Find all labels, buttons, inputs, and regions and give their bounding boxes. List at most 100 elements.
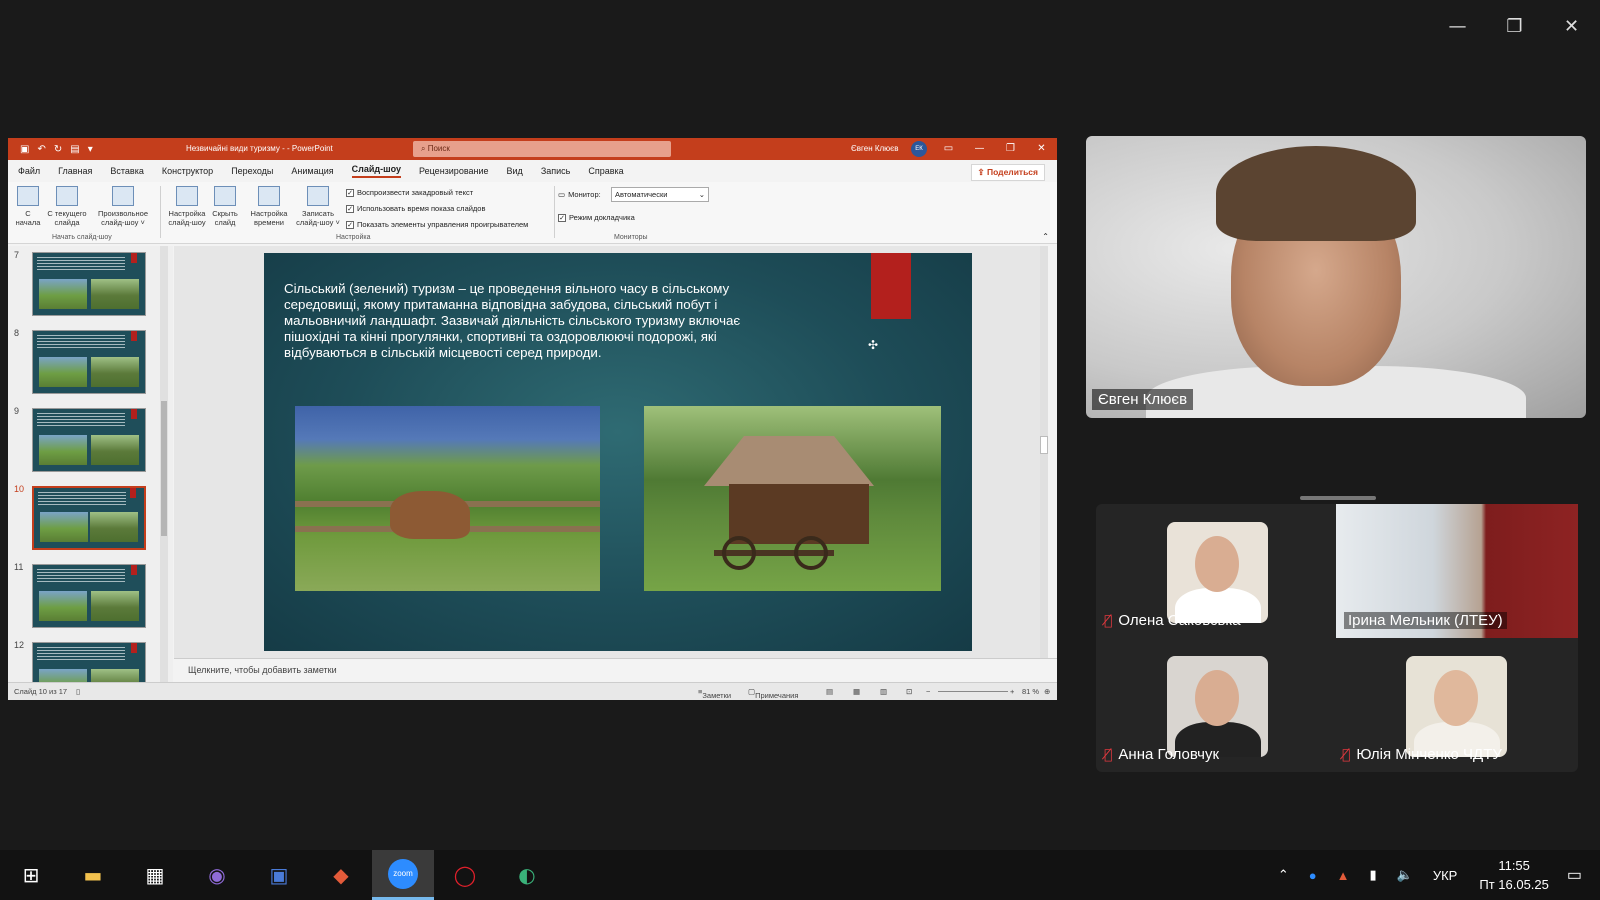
slide-thumbnail[interactable] [32, 408, 146, 472]
tab-8[interactable]: Вид [507, 166, 523, 176]
slideshow-view-icon[interactable]: ⊡ [906, 687, 912, 696]
tab-2[interactable]: Вставка [110, 166, 143, 176]
present-icon[interactable]: ▤ [70, 144, 79, 155]
participant-tile[interactable]: 🎙̸ Олена Саковська [1096, 504, 1336, 638]
comments-toggle[interactable]: ▢ Примечания [748, 687, 798, 700]
sorter-view-icon[interactable]: ▦ [853, 687, 860, 696]
tab-0[interactable]: Файл [18, 166, 40, 176]
zoom-level[interactable]: 81 % [1022, 687, 1039, 696]
tab-9[interactable]: Запись [541, 166, 571, 176]
thumb-photo [91, 357, 139, 387]
share-button[interactable]: ⇪ Поделиться [970, 164, 1045, 181]
timings-checkbox[interactable]: ✓ Использовать время показа слайдов [346, 204, 485, 213]
tab-5[interactable]: Анимация [291, 166, 333, 176]
slide-thumbnail[interactable] [32, 486, 146, 550]
custom-show-button[interactable]: Произвольное слайд-шоу ˅ [92, 186, 154, 227]
slide-thumbnail[interactable] [32, 564, 146, 628]
gallery-resize-handle[interactable] [1300, 496, 1376, 500]
horse-pasture-photo[interactable] [295, 406, 600, 591]
avatar[interactable]: ЕК [911, 141, 927, 157]
normal-view-icon[interactable]: ▤ [826, 687, 833, 696]
save-disk-icon[interactable]: ▣ [248, 850, 310, 900]
presenter-view-checkbox[interactable]: ✓ Режим докладчика [558, 213, 635, 222]
narration-checkbox[interactable]: ✓ Воспроизвести закадровый текст [346, 188, 473, 197]
setup-show-button[interactable]: Настройка слайд-шоу [164, 186, 210, 227]
restore-icon[interactable]: ❐ [995, 138, 1026, 160]
zoom-tray-icon[interactable]: ● [1309, 868, 1317, 883]
ribbon-display-icon[interactable]: ▭ [933, 138, 964, 160]
reading-view-icon[interactable]: ▥ [880, 687, 887, 696]
search-input[interactable]: ⌕ Поиск [413, 141, 671, 157]
tab-6[interactable]: Слайд-шоу [351, 164, 402, 178]
participant-tile[interactable]: 🎙̸ Анна Головчук [1096, 638, 1336, 772]
monitor-dropdown[interactable]: Автоматически ⌄ [611, 187, 709, 202]
zoom-out-icon[interactable]: − [926, 687, 930, 696]
current-slide[interactable]: Сільський (зелений) туризм – це проведен… [264, 253, 972, 651]
slide-number: 10 [14, 484, 25, 494]
media-controls-checkbox[interactable]: ✓ Показать элементы управления проигрыват… [346, 220, 528, 229]
restore-icon[interactable]: ❐ [1486, 10, 1543, 42]
hide-slide-label-2: слайд [214, 218, 236, 227]
clock[interactable]: 11:55 Пт 16.05.25 [1479, 856, 1549, 894]
rehearse-button[interactable]: Настройка времени [246, 186, 292, 227]
scroll-thumb[interactable] [1040, 436, 1048, 454]
accessibility-icon[interactable]: ▯ [76, 687, 80, 696]
from-current-button[interactable]: С текущего слайда [44, 186, 90, 227]
calculator-icon[interactable]: ▦ [124, 850, 186, 900]
participant-tile-room[interactable]: Ірина Мельник (ЛТЕУ) [1336, 504, 1578, 638]
user-name[interactable]: Євген Клюєв [851, 144, 899, 153]
hide-slide-button[interactable]: Скрыть слайд [210, 186, 240, 227]
notes-pane[interactable]: Щелкните, чтобы добавить заметки [174, 658, 1057, 682]
minimize-icon[interactable]: — [1429, 10, 1486, 42]
start-icon[interactable]: ⊞ [0, 850, 62, 900]
from-start-label-2: начала [15, 218, 41, 227]
slide-thumbnail[interactable] [32, 642, 146, 682]
zoom-in-icon[interactable]: + [1010, 687, 1014, 696]
slide-number: 12 [14, 640, 25, 650]
fit-slide-icon[interactable]: ⊕ [1044, 687, 1050, 696]
chart-app-icon[interactable]: ◆ [310, 850, 372, 900]
tab-7[interactable]: Рецензирование [419, 166, 489, 176]
slide-thumbnail[interactable] [32, 330, 146, 394]
portrait-head [1434, 670, 1478, 726]
zoom-slider[interactable] [938, 691, 1008, 692]
slide-thumbnail[interactable] [32, 252, 146, 316]
save-icon[interactable]: ▣ [20, 144, 29, 155]
participant-tile[interactable]: 🎙̸ Юлія Мінченко ЧДТУ [1336, 638, 1576, 772]
record-button[interactable]: Записать слайд-шоу ˅ [294, 186, 342, 227]
close-icon[interactable]: ✕ [1543, 10, 1600, 42]
scroll-thumb[interactable] [161, 401, 167, 536]
microphone-icon[interactable]: ▮ [1370, 867, 1377, 883]
edge-icon[interactable]: ◐ [496, 850, 558, 900]
opera-icon[interactable]: ◯ [434, 850, 496, 900]
tab-10[interactable]: Справка [588, 166, 623, 176]
tab-4[interactable]: Переходы [231, 166, 273, 176]
viber-icon[interactable]: ◉ [186, 850, 248, 900]
checkbox-checked-icon: ✓ [346, 220, 354, 229]
slide-text[interactable]: Сільський (зелений) туризм – це проведен… [284, 281, 784, 361]
undo-icon[interactable]: ↶ [37, 144, 45, 155]
file-explorer-icon[interactable]: ▬ [62, 850, 124, 900]
tab-3[interactable]: Конструктор [162, 166, 213, 176]
tab-1[interactable]: Главная [58, 166, 92, 176]
canvas-scrollbar[interactable] [1040, 246, 1048, 658]
zoom-app-icon[interactable]: zoom [372, 850, 434, 900]
thumbnail-scrollbar[interactable] [160, 246, 168, 682]
system-tray: ⌃ ● ▲ ▮ 🔈 УКР 11:55 Пт 16.05.25 ▭ [1268, 850, 1600, 900]
country-house-photo[interactable] [644, 406, 941, 591]
close-icon[interactable]: ✕ [1026, 138, 1057, 160]
from-start-button[interactable]: Сначала [14, 186, 42, 227]
minimize-icon[interactable]: — [964, 138, 995, 160]
notes-toggle[interactable]: ≡ Заметки [698, 687, 731, 700]
customize-icon[interactable]: ▾ [88, 144, 93, 155]
redo-icon[interactable]: ↻ [54, 144, 62, 155]
volume-icon[interactable]: 🔈 [1397, 867, 1413, 883]
collapse-ribbon-icon[interactable]: ⌃ [1042, 232, 1049, 241]
participant-name-label: 🎙̸ Олена Саковська [1104, 612, 1241, 629]
language-indicator[interactable]: УКР [1433, 868, 1458, 883]
document-title: Незвичайні види туризму - - PowerPoint [186, 144, 333, 153]
speaker-video-tile[interactable]: Євген Клюєв [1086, 136, 1586, 418]
chart-tray-icon[interactable]: ▲ [1337, 868, 1350, 883]
chevron-up-icon[interactable]: ⌃ [1278, 867, 1289, 883]
notifications-icon[interactable]: ▭ [1567, 865, 1582, 885]
